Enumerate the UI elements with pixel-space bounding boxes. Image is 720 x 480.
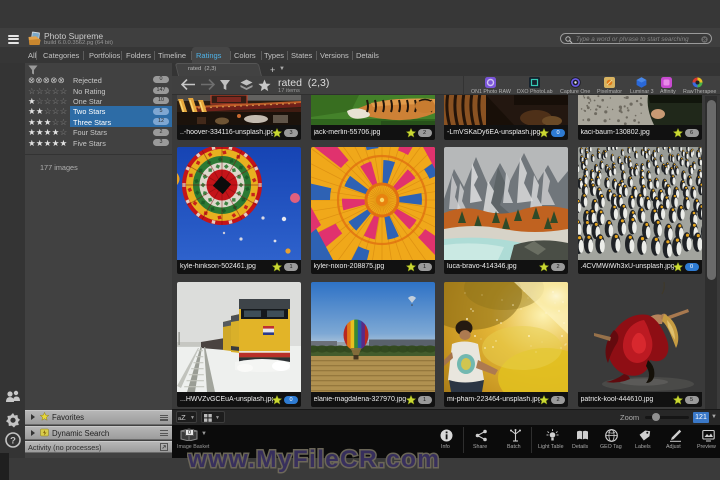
- svg-text:?: ?: [10, 435, 16, 446]
- svg-text:www.MyFileCR.com: www.MyFileCR.com: [187, 446, 439, 473]
